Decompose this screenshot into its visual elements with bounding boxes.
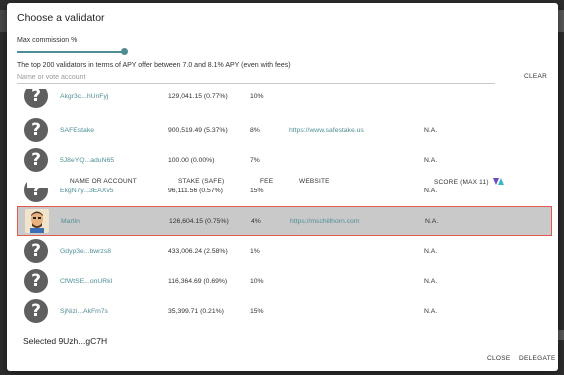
question-mark-icon: ? [24,299,48,323]
validator-row[interactable]: ? Gdyp3e...bwrzs8 433,006.24 (2.58%) 1% N.A. [17,237,552,267]
validator-fee: 7% [250,157,260,164]
column-header-stake: STAKE (SAFE) [178,178,225,185]
validator-fee: 1% [250,248,260,255]
search-input[interactable] [17,72,495,84]
question-mark-icon: ? [24,239,48,263]
validator-table[interactable]: ? Akgr3c...hUnFyj 129,041.15 (0.77%) 10%? SA… [17,89,552,325]
max-commission-slider[interactable] [17,48,128,55]
background-control-right [558,330,564,340]
validator-score: N.A. [424,278,438,285]
column-header-score-label: SCORE (MAX 11) [434,179,489,186]
validator-name[interactable]: SAFEstake [60,127,94,134]
validator-score: N.A. [424,308,438,315]
question-mark-icon: ? [24,148,48,172]
delegate-button[interactable]: DELEGATE [519,355,556,362]
validator-stake: 129,041.15 (0.77%) [168,93,228,100]
apy-info-text: The top 200 validators in terms of APY o… [17,62,291,69]
validator-stake: 100.00 (0.00%) [168,157,215,164]
validator-row[interactable]: ? CfWtSE...onURkl 116,364.69 (0.69%) 10% N.A… [17,267,552,297]
validator-stake: 96,111.56 (0.57%) [168,187,223,194]
background-tab-right [558,10,564,32]
validator-row-selected[interactable]: Martin 126,604.15 (0.75%) 4% https://mschil… [17,206,552,236]
validator-fee: 8% [250,127,260,134]
validator-website-link[interactable]: https://www.safestake.us [289,127,364,134]
validator-stake: 433,006.24 (2.58%) [168,248,228,255]
column-header-website: WEBSITE [299,178,330,185]
validator-name[interactable]: Martin [61,218,80,225]
validator-name[interactable]: SjNizi...AkFm7s [60,308,108,315]
validator-row[interactable]: ? 5J8eYQ...aduN65 100.00 (0.00%) 7% N.A. [17,146,552,176]
selected-validator-text: Selected 9Uzh...gC7H [23,336,108,346]
validator-stake: 35,399.71 (0.21%) [168,308,224,315]
clear-button[interactable]: CLEAR [524,73,547,80]
question-mark-icon: ? [24,118,48,142]
validator-score: N.A. [425,218,439,225]
validator-score: N.A. [424,157,438,164]
choose-validator-dialog: Choose a validator Max commission % The … [7,3,558,371]
validator-stake: 126,604.15 (0.75%) [169,218,229,225]
validator-row[interactable]: ? Akgr3c...hUnFyj 129,041.15 (0.77%) 10% [17,89,552,112]
validator-name[interactable]: Gdyp3e...bwrzs8 [60,248,111,255]
column-header-fee: FEE [260,178,274,185]
validator-name[interactable]: Akgr3c...hUnFyj [60,93,108,100]
dialog-title: Choose a validator [17,12,105,24]
column-header-score: SCORE (MAX 11) [434,178,505,186]
validator-fee: 4% [251,218,261,225]
validator-name[interactable]: CfWtSE...onURkl [60,278,112,285]
validator-website-link[interactable]: https://mschillhorn.com [290,218,360,225]
table-header: NAME OR ACCOUNT STAKE (SAFE) FEE WEBSITE… [27,175,552,188]
question-mark-icon: ? [24,269,48,293]
validator-score: N.A. [424,187,438,194]
validator-row[interactable]: ? SAFEstake 900,519.49 (5.37%) 8% https://ww… [17,116,552,146]
close-button[interactable]: CLOSE [487,355,511,362]
slider-thumb[interactable] [121,48,128,55]
validator-stake: 900,519.49 (5.37%) [168,127,228,134]
validator-fee: 15% [250,187,264,194]
validator-fee: 15% [250,308,264,315]
memoji-avatar-icon [25,209,49,233]
validator-fee: 10% [250,278,264,285]
validator-fee: 10% [250,93,264,100]
validators-app-logo-icon [492,178,504,185]
slider-track[interactable] [17,51,125,53]
column-header-name: NAME OR ACCOUNT [70,178,137,185]
max-commission-label: Max commission % [17,37,78,44]
background-tab-left [0,10,7,32]
validator-row[interactable]: ? SjNizi...AkFm7s 35,399.71 (0.21%) 15% N.A. [17,297,552,325]
validator-stake: 116,364.69 (0.69%) [168,278,228,285]
question-mark-icon: ? [24,89,48,108]
validator-score: N.A. [424,127,438,134]
validator-score: N.A. [424,248,438,255]
validator-name[interactable]: 5J8eYQ...aduN65 [60,157,114,164]
validator-name[interactable]: EkgN7y...3EAXv5 [60,187,114,194]
